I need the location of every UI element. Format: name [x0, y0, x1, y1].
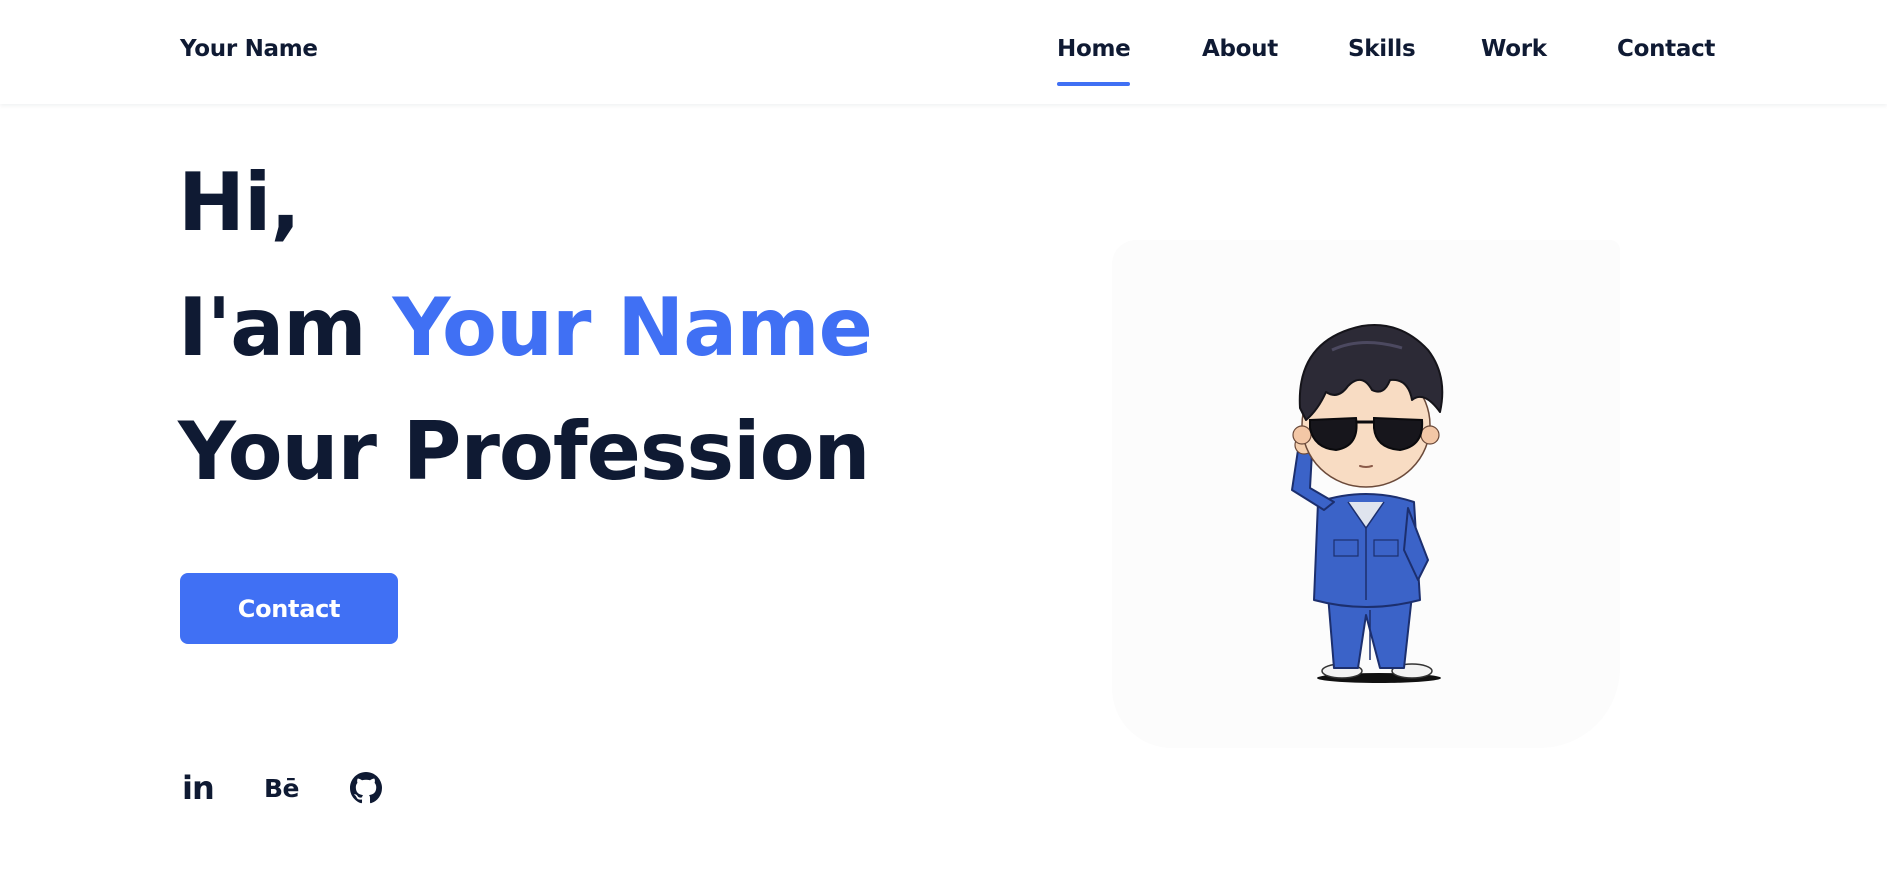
hero-intro-prefix: I'am: [178, 281, 367, 374]
contact-button[interactable]: Contact: [180, 573, 398, 644]
behance-icon[interactable]: Bē: [264, 768, 300, 808]
hero-name: Your Name: [392, 281, 872, 374]
hero-greeting: Hi,: [178, 156, 301, 249]
site-header: Your Name Home About Skills Work Contact: [0, 0, 1887, 104]
nav-item-contact[interactable]: Contact: [1617, 36, 1715, 62]
nav-item-work[interactable]: Work: [1481, 36, 1547, 62]
linkedin-icon[interactable]: in: [182, 768, 215, 808]
nav-item-skills[interactable]: Skills: [1348, 36, 1416, 62]
hero-profession: Your Profession: [178, 405, 870, 498]
profile-image: [1112, 240, 1620, 748]
nav-item-home[interactable]: Home: [1057, 36, 1131, 86]
nav-item-about[interactable]: About: [1202, 36, 1278, 62]
brand-logo[interactable]: Your Name: [180, 36, 318, 62]
github-icon[interactable]: [350, 768, 382, 808]
chibi-character-illustration: [1291, 324, 1444, 683]
hero-intro: I'am Your Name: [178, 288, 873, 368]
